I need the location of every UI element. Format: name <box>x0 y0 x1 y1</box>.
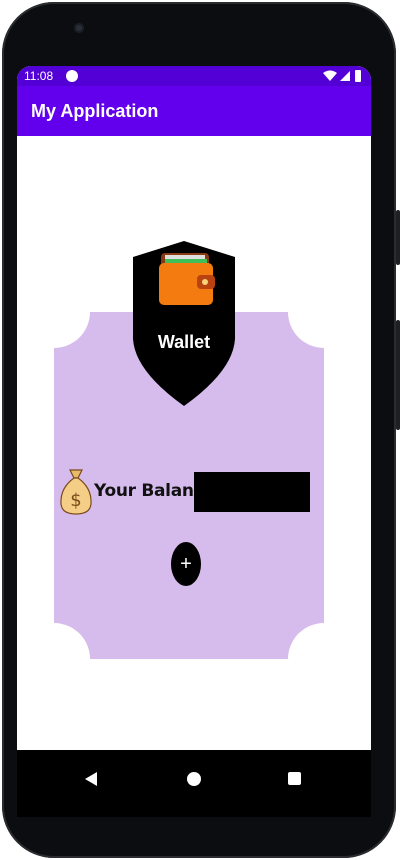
notification-app-icon <box>66 70 78 82</box>
money-bag-icon: $ <box>60 469 92 515</box>
back-triangle-icon[interactable] <box>83 771 99 787</box>
navigation-bar <box>17 750 371 817</box>
wallet-icon <box>159 253 215 305</box>
status-bar: 11:08 <box>17 66 371 86</box>
wifi-icon <box>323 70 337 81</box>
phone-frame: 11:08 My Application Wallet $ Your Balan… <box>0 0 400 860</box>
content-area: Wallet $ Your Balance + <box>17 136 371 750</box>
balance-value-box <box>194 472 310 512</box>
battery-icon <box>355 70 361 82</box>
home-circle-icon[interactable] <box>187 772 201 786</box>
app-title: My Application <box>31 101 159 121</box>
app-bar: My Application <box>17 86 371 136</box>
recents-square-icon[interactable] <box>288 772 301 785</box>
signal-icon <box>340 71 350 81</box>
wallet-label: Wallet <box>157 332 211 352</box>
power-button <box>396 210 400 265</box>
volume-button <box>396 320 400 430</box>
add-funds-button[interactable]: + <box>171 542 201 586</box>
screen: 11:08 My Application Wallet $ Your Balan… <box>17 66 371 817</box>
status-icons <box>323 70 361 82</box>
svg-text:$: $ <box>70 490 81 511</box>
front-camera <box>74 23 84 33</box>
status-time: 11:08 <box>24 69 54 83</box>
